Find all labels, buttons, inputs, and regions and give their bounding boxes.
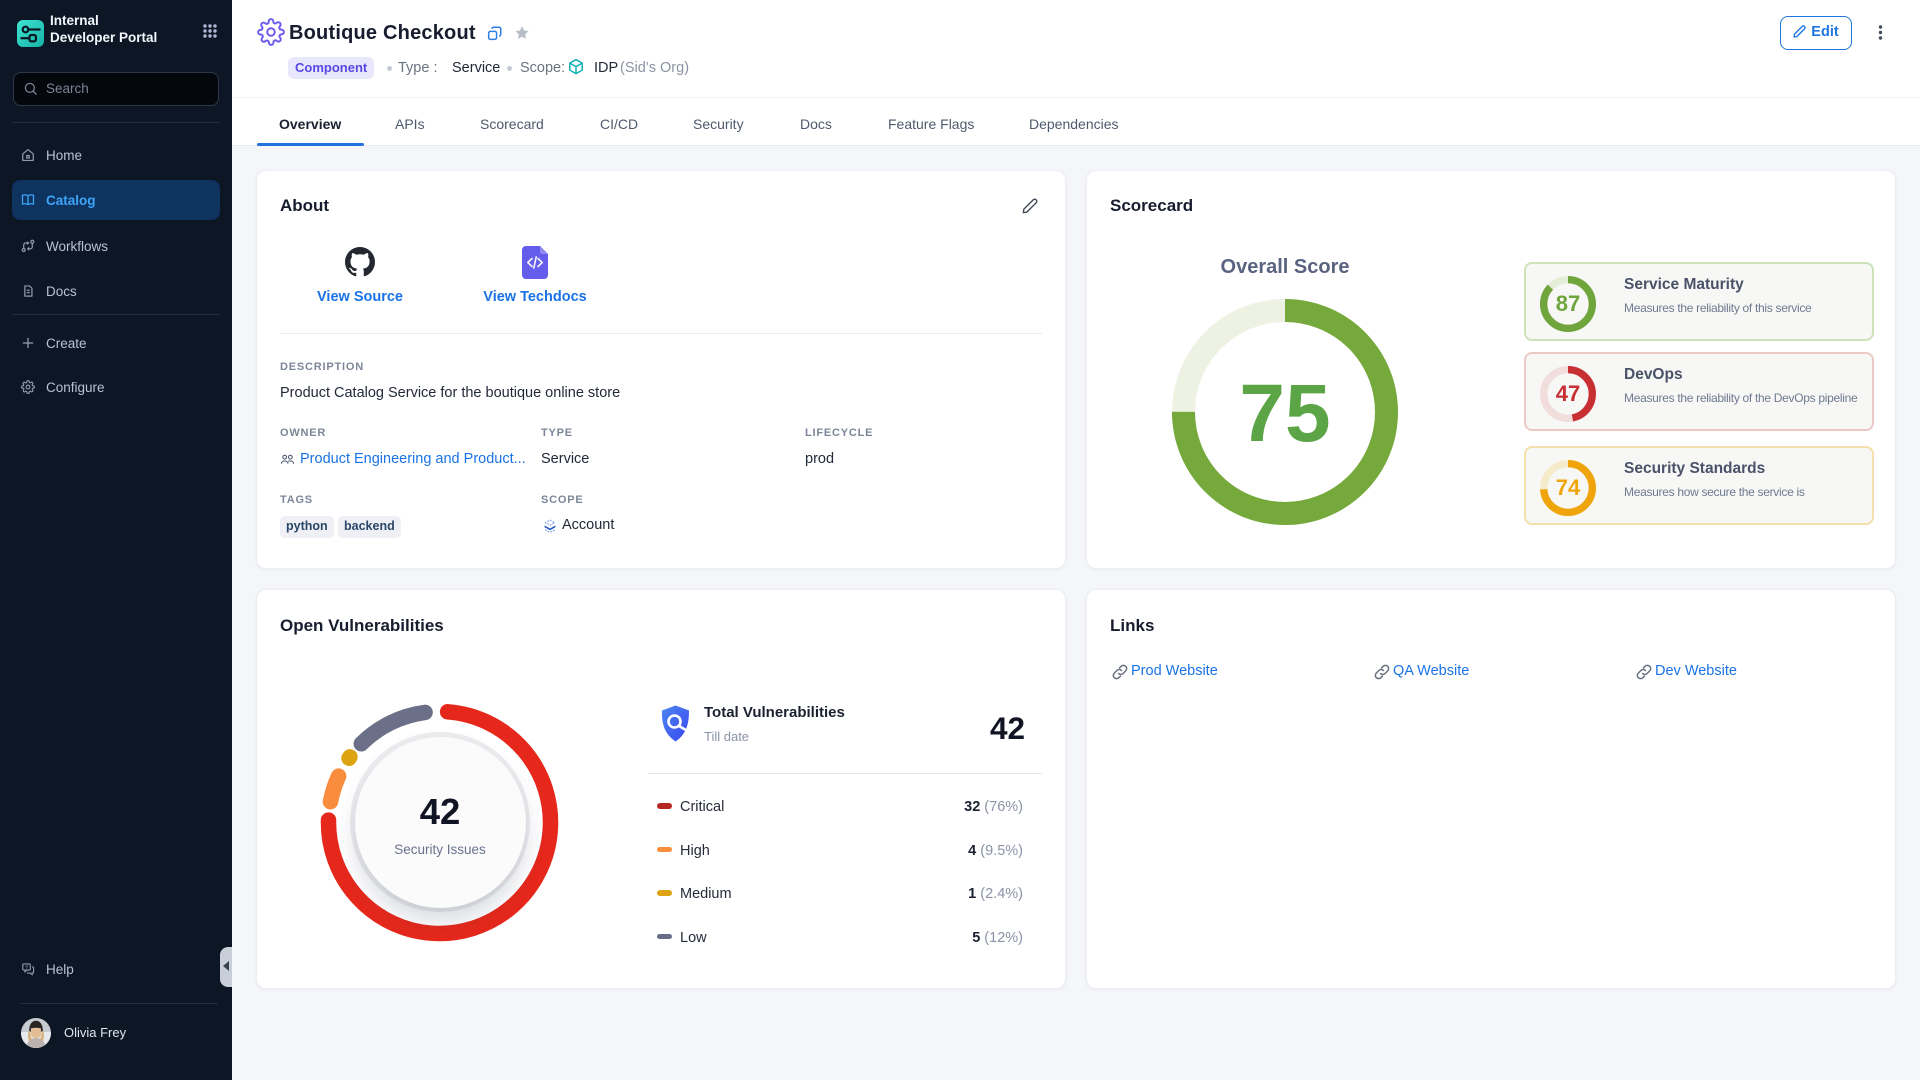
svg-text:75: 75 [1239, 368, 1330, 459]
svg-text:?: ? [25, 965, 28, 971]
